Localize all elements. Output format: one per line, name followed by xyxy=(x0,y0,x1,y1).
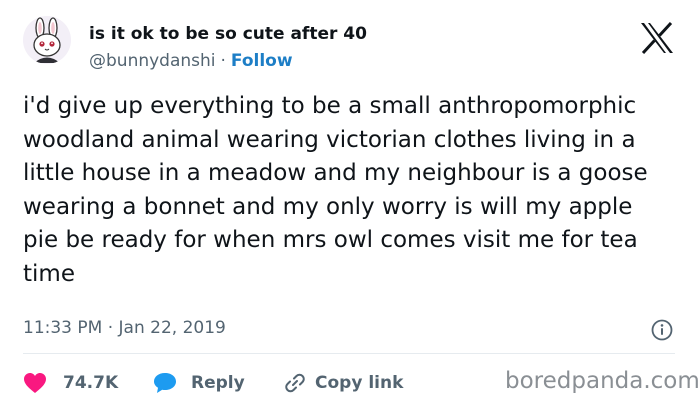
like-count: 74.7K xyxy=(63,373,119,393)
tweet-time: 11:33 PM xyxy=(23,318,103,338)
tweet-card: is it ok to be so cute after 40 @bunnyda… xyxy=(0,0,700,410)
link-icon xyxy=(285,373,305,393)
tweet-timestamp[interactable]: 11:33 PM · Jan 22, 2019 xyxy=(23,318,226,338)
copy-link-button[interactable]: Copy link xyxy=(283,370,403,396)
avatar[interactable] xyxy=(23,16,71,64)
x-logo-icon xyxy=(641,21,673,55)
copy-link-label: Copy link xyxy=(315,373,404,393)
info-icon xyxy=(651,319,673,341)
follow-button[interactable]: Follow xyxy=(231,51,293,71)
reply-label: Reply xyxy=(191,373,245,393)
watermark: boredpanda.com xyxy=(505,368,700,394)
divider xyxy=(23,353,675,354)
x-logo[interactable] xyxy=(640,21,674,55)
tweet-date: Jan 22, 2019 xyxy=(118,318,226,338)
reply-bubble-icon xyxy=(154,373,176,393)
reply-button[interactable]: Reply xyxy=(153,370,245,396)
tweet-text: i'd give up everything to be a small ant… xyxy=(23,93,648,287)
bunny-avatar-icon xyxy=(23,16,71,64)
separator-dot: · xyxy=(220,51,226,71)
timestamp-separator: · xyxy=(107,318,114,338)
heart-icon xyxy=(24,373,46,393)
author-handle[interactable]: @bunnydanshi xyxy=(89,51,216,71)
author-handle-row: @bunnydanshi · Follow xyxy=(89,51,293,71)
like-button[interactable]: 74.7K xyxy=(23,370,118,396)
info-button[interactable] xyxy=(650,318,674,342)
author-display-name[interactable]: is it ok to be so cute after 40 xyxy=(89,24,367,44)
